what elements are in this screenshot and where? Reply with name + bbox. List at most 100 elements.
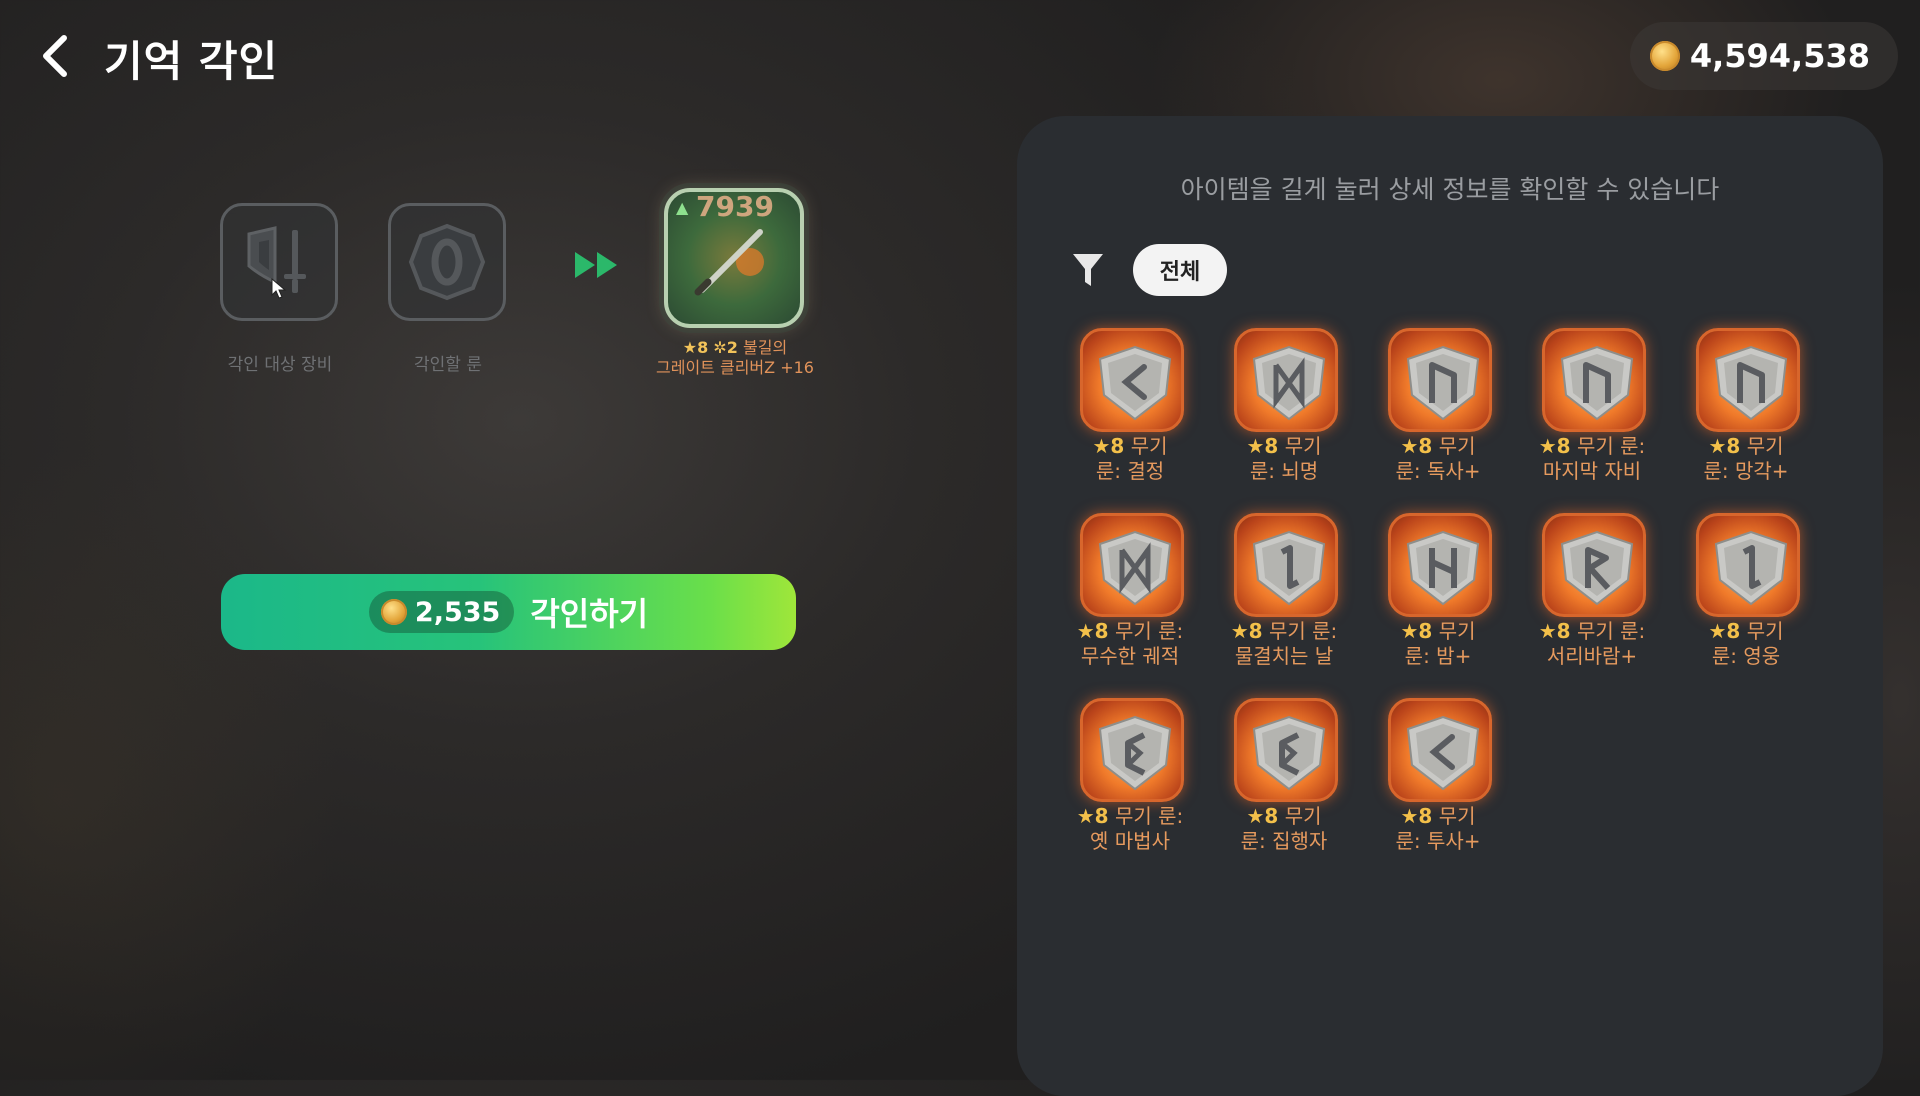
- rune-stone-icon: [1080, 698, 1184, 802]
- rune-slot[interactable]: [388, 203, 506, 321]
- rune-name-line2: 룬: 결정: [1095, 459, 1165, 483]
- rune-item-label: ★8 무기 룬: 무수한 궤적: [1055, 619, 1205, 669]
- rune-item-label: ★8 무기 룬: 망각+: [1671, 434, 1821, 484]
- page-title: 기억 각인: [104, 37, 279, 86]
- rune-star: ★8: [1400, 434, 1433, 458]
- rune-item[interactable]: ★8 무기 룬: 뇌명: [1219, 328, 1349, 498]
- rune-glyph-icon: [1714, 530, 1788, 606]
- rune-name-line2: 룬: 독사+: [1395, 459, 1481, 483]
- rune-glyph-icon: [1098, 345, 1172, 421]
- rune-stone-icon: [1388, 328, 1492, 432]
- rune-item-label: ★8 무기 룬: 물결치는 날: [1209, 619, 1359, 669]
- rune-item[interactable]: ★8 무기 룬: 투사+: [1373, 698, 1503, 868]
- rune-stone-icon: [1388, 513, 1492, 617]
- rune-star: ★8: [1230, 619, 1263, 643]
- rune-stone-icon: [1080, 328, 1184, 432]
- rune-stone-icon: [1542, 513, 1646, 617]
- coin-icon: [1649, 41, 1680, 71]
- rune-item-label: ★8 무기 룬: 마지막 자비: [1517, 434, 1667, 484]
- rune-name-line1: 무기: [1432, 619, 1476, 643]
- rune-item[interactable]: ★8 무기 룬: 집행자: [1219, 698, 1349, 868]
- engrave-cost: 2,535: [368, 591, 515, 633]
- rune-item[interactable]: ★8 무기 룬: 영웅: [1681, 513, 1811, 683]
- rune-slot-icon: [408, 223, 486, 301]
- engrave-cost-value: 2,535: [414, 596, 501, 628]
- rune-name-line2: 룬: 투사+: [1395, 829, 1481, 853]
- rune-glyph-icon: [1406, 715, 1480, 791]
- rune-name-line2: 룬: 영웅: [1711, 644, 1781, 668]
- rune-star: ★8: [1400, 804, 1433, 828]
- rune-name-line1: 무기 룬:: [1570, 619, 1646, 643]
- equipment-slot[interactable]: [220, 203, 338, 321]
- rune-name-line2: 룬: 망각+: [1703, 459, 1789, 483]
- rune-name-line2: 룬: 뇌명: [1249, 459, 1319, 483]
- rune-stone-icon: [1234, 698, 1338, 802]
- rune-stone-icon: [1080, 513, 1184, 617]
- rune-star: ★8: [1246, 804, 1279, 828]
- rune-item-label: ★8 무기 룬: 뇌명: [1209, 434, 1359, 484]
- rune-item-label: ★8 무기 룬: 집행자: [1209, 804, 1359, 854]
- rune-stone-icon: [1696, 328, 1800, 432]
- rune-star: ★8: [1538, 619, 1571, 643]
- rune-name-line2: 마지막 자비: [1542, 459, 1642, 483]
- rune-stone-icon: [1388, 698, 1492, 802]
- power-up-indicator: ▲: [676, 198, 689, 217]
- result-name-line2: 그레이트 클리버Z +16: [656, 358, 814, 377]
- rune-item-label: ★8 무기 룬: 옛 마법사: [1055, 804, 1205, 854]
- rune-item[interactable]: ★8 무기 룬: 망각+: [1681, 328, 1811, 498]
- rune-item-label: ★8 무기 룬: 서리바람+: [1517, 619, 1667, 669]
- rune-star: ★8: [1708, 619, 1741, 643]
- rune-name-line1: 무기: [1740, 619, 1784, 643]
- rune-item[interactable]: ★8 무기 룬: 마지막 자비: [1527, 328, 1657, 498]
- rune-item[interactable]: ★8 무기 룬: 밤+: [1373, 513, 1503, 683]
- engrave-button[interactable]: 2,535 각인하기: [221, 574, 796, 650]
- filter-icon[interactable]: [1071, 251, 1105, 289]
- rune-glyph-icon: [1098, 530, 1172, 606]
- rune-slot-label: 각인할 룬: [414, 355, 482, 375]
- rune-glyph-icon: [1560, 530, 1634, 606]
- rune-item[interactable]: ★8 무기 룬: 물결치는 날: [1219, 513, 1349, 683]
- rune-star: ★8: [1538, 434, 1571, 458]
- result-item-name: ★8 ✲2 불길의 그레이트 클리버Z +16: [640, 338, 830, 378]
- panel-hint: 아이템을 길게 눌러 상세 정보를 확인할 수 있습니다: [1180, 175, 1720, 204]
- rune-item-label: ★8 무기 룬: 독사+: [1363, 434, 1513, 484]
- rune-star: ★8: [1076, 619, 1109, 643]
- rune-name-line1: 무기 룬:: [1108, 619, 1184, 643]
- rune-star: ★8: [1246, 434, 1279, 458]
- rune-inventory-panel: 아이템을 길게 눌러 상세 정보를 확인할 수 있습니다 전체 ★8 무기 룬: …: [1017, 116, 1883, 1096]
- rune-item[interactable]: ★8 무기 룬: 서리바람+: [1527, 513, 1657, 683]
- currency-display: 4,594,538: [1629, 22, 1898, 90]
- rune-star: ★8: [1092, 434, 1125, 458]
- rune-glyph-icon: [1098, 715, 1172, 791]
- rune-name-line2: 옛 마법사: [1090, 829, 1170, 853]
- rune-glyph-icon: [1252, 715, 1326, 791]
- coin-icon: [380, 599, 407, 625]
- rune-name-line2: 물결치는 날: [1234, 644, 1334, 668]
- rune-name-line1: 무기 룬:: [1570, 434, 1646, 458]
- rune-item-label: ★8 무기 룬: 밤+: [1363, 619, 1513, 669]
- rune-stone-icon: [1234, 513, 1338, 617]
- rune-item[interactable]: ★8 무기 룬: 무수한 궤적: [1065, 513, 1195, 683]
- rune-name-line1: 무기: [1432, 434, 1476, 458]
- back-button[interactable]: [36, 34, 76, 78]
- result-enhance: ✲2: [713, 338, 738, 357]
- rune-glyph-icon: [1560, 345, 1634, 421]
- rune-item[interactable]: ★8 무기 룬: 결정: [1065, 328, 1195, 498]
- rune-item-label: ★8 무기 룬: 결정: [1055, 434, 1205, 484]
- rune-glyph-icon: [1252, 530, 1326, 606]
- rune-name-line1: 무기: [1124, 434, 1168, 458]
- cursor-icon: [271, 278, 287, 299]
- rune-item-label: ★8 무기 룬: 영웅: [1671, 619, 1821, 669]
- rune-glyph-icon: [1252, 345, 1326, 421]
- rune-name-line1: 무기: [1278, 804, 1322, 828]
- rune-name-line1: 무기: [1278, 434, 1322, 458]
- rune-glyph-icon: [1406, 530, 1480, 606]
- rune-item[interactable]: ★8 무기 룬: 옛 마법사: [1065, 698, 1195, 868]
- result-star: ★8: [682, 338, 709, 357]
- rune-item[interactable]: ★8 무기 룬: 독사+: [1373, 328, 1503, 498]
- rune-stone-icon: [1696, 513, 1800, 617]
- rune-name-line1: 무기: [1432, 804, 1476, 828]
- filter-all-button[interactable]: 전체: [1133, 244, 1227, 296]
- rune-glyph-icon: [1406, 345, 1480, 421]
- back-icon: [43, 35, 67, 77]
